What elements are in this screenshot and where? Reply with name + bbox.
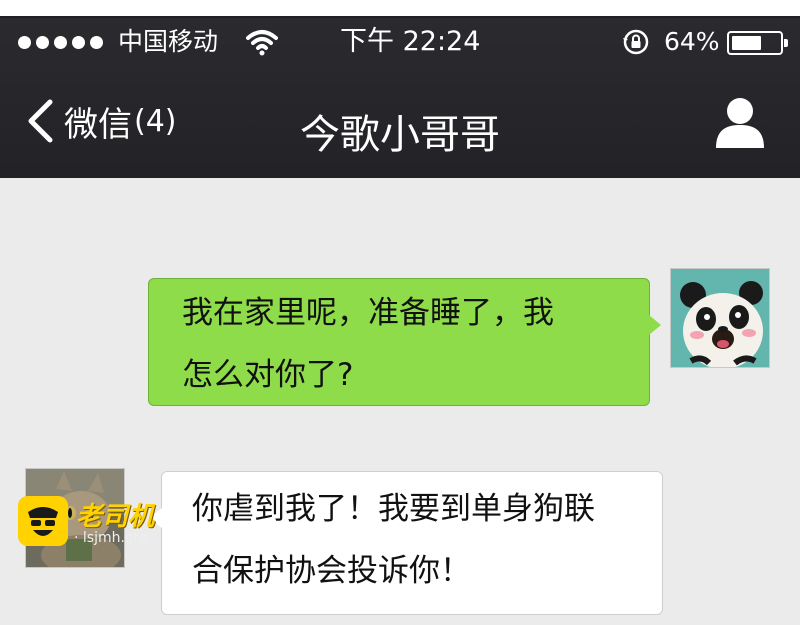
battery-percent: 64% (664, 27, 720, 56)
battery-fill (732, 36, 761, 50)
nav-bar: 微信 (4) 今歌小哥哥 (0, 68, 800, 178)
watermark-brand: 老司机 (76, 502, 155, 532)
status-time: 下午 22:24 (340, 26, 481, 57)
rotation-lock-icon (623, 29, 649, 55)
wifi-icon (246, 30, 278, 56)
chat-area[interactable]: 我在家里呢，准备睡了，我 怎么对你了? 你虐到我了！我要到单身狗联 合保护协会投… (0, 178, 800, 625)
watermark-url: · lsjmh.org · (74, 530, 157, 546)
header: 中国移动 下午 22:24 64% 微信 (4) 今歌小哥哥 (0, 18, 800, 178)
battery-icon (727, 31, 788, 55)
message-line: 合保护协会投诉你！ (192, 553, 471, 589)
message-bubble-outgoing[interactable]: 我在家里呢，准备睡了，我 怎么对你了? (148, 278, 661, 406)
panda-avatar[interactable] (670, 268, 770, 368)
driver-logo-icon (18, 496, 68, 546)
top-edge (0, 0, 800, 18)
message-line: 怎么对你了? (182, 357, 354, 393)
watermark: 老司机 · lsjmh.org · (18, 496, 168, 556)
chat-title: 今歌小哥哥 (300, 112, 500, 158)
status-bar: 中国移动 下午 22:24 64% (0, 18, 800, 68)
message-line: 你虐到我了！我要到单身狗联 (192, 491, 595, 527)
carrier-label: 中国移动 (118, 27, 219, 56)
person-icon[interactable] (712, 94, 768, 150)
panda-face-icon (671, 269, 769, 367)
message-line: 我在家里呢，准备睡了，我 (182, 295, 554, 331)
message-bubble-incoming[interactable]: 你虐到我了！我要到单身狗联 合保护协会投诉你！ (149, 471, 663, 615)
signal-dots-icon (18, 36, 103, 49)
